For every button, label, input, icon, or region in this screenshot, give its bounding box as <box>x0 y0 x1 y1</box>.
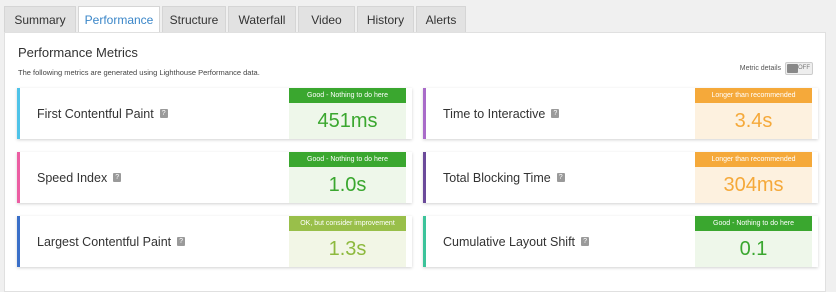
metric-value: 1.0s <box>289 167 406 203</box>
performance-panel: Performance Metrics The following metric… <box>4 32 826 292</box>
status-badge: Good - Nothing to do here <box>695 216 812 231</box>
metric-value: 1.3s <box>289 231 406 267</box>
help-icon[interactable]: ? <box>551 109 560 118</box>
metric-name: Total Blocking Time? <box>443 152 565 203</box>
metric-card-largest-contentful-paint: Largest Contentful Paint? OK, but consid… <box>17 216 412 267</box>
metric-card-speed-index: Speed Index? Good - Nothing to do here 1… <box>17 152 412 203</box>
help-icon[interactable]: ? <box>581 237 590 246</box>
status-badge: Good - Nothing to do here <box>289 152 406 167</box>
metric-name: Cumulative Layout Shift? <box>443 216 590 267</box>
metric-card-time-to-interactive: Time to Interactive? Longer than recomme… <box>423 88 818 139</box>
tab-alerts[interactable]: Alerts <box>416 6 466 32</box>
metric-name-text: Speed Index <box>37 170 108 185</box>
status-badge: Longer than recommended <box>695 88 812 103</box>
metric-score-box: Longer than recommended 304ms <box>695 152 812 203</box>
status-badge: Good - Nothing to do here <box>289 88 406 103</box>
tab-video[interactable]: Video <box>298 6 355 32</box>
metric-card-total-blocking-time: Total Blocking Time? Longer than recomme… <box>423 152 818 203</box>
panel-subtitle: The following metrics are generated usin… <box>18 68 260 77</box>
help-icon[interactable]: ? <box>113 173 122 182</box>
tab-summary[interactable]: Summary <box>4 6 76 32</box>
panel-title: Performance Metrics <box>18 45 138 60</box>
metric-card-cumulative-layout-shift: Cumulative Layout Shift? Good - Nothing … <box>423 216 818 267</box>
metric-score-box: Longer than recommended 3.4s <box>695 88 812 139</box>
metric-value: 451ms <box>289 103 406 139</box>
metric-name-text: Cumulative Layout Shift <box>443 234 576 249</box>
metric-details-control: Metric details OFF <box>740 62 813 75</box>
metric-score-box: Good - Nothing to do here 0.1 <box>695 216 812 267</box>
metric-name-text: Total Blocking Time <box>443 170 551 185</box>
metric-details-label: Metric details <box>739 65 781 72</box>
toggle-knob <box>787 64 798 73</box>
status-badge: OK, but consider improvement <box>289 216 406 231</box>
help-icon[interactable]: ? <box>556 173 565 182</box>
metric-card-first-contentful-paint: First Contentful Paint? Good - Nothing t… <box>17 88 412 139</box>
metric-details-toggle[interactable]: OFF <box>785 62 813 75</box>
tab-bar: Summary Performance Structure Waterfall … <box>4 6 468 33</box>
tab-structure[interactable]: Structure <box>162 6 226 32</box>
metric-name: Time to Interactive? <box>443 88 560 139</box>
metric-score-box: OK, but consider improvement 1.3s <box>289 216 406 267</box>
metric-name-text: Largest Contentful Paint <box>37 234 172 249</box>
tab-performance[interactable]: Performance <box>78 6 160 33</box>
metric-score-box: Good - Nothing to do here 1.0s <box>289 152 406 203</box>
metric-value: 3.4s <box>695 103 812 139</box>
toggle-state-label: OFF <box>798 65 810 71</box>
tab-waterfall[interactable]: Waterfall <box>228 6 296 32</box>
metric-score-box: Good - Nothing to do here 451ms <box>289 88 406 139</box>
metric-name: First Contentful Paint? <box>37 88 168 139</box>
metric-name: Speed Index? <box>37 152 122 203</box>
metric-value: 304ms <box>695 167 812 203</box>
metric-name: Largest Contentful Paint? <box>37 216 186 267</box>
help-icon[interactable]: ? <box>159 109 168 118</box>
status-badge: Longer than recommended <box>695 152 812 167</box>
help-icon[interactable]: ? <box>177 237 186 246</box>
metric-value: 0.1 <box>695 231 812 267</box>
tab-history[interactable]: History <box>357 6 414 32</box>
metric-name-text: First Contentful Paint <box>37 106 154 121</box>
metric-name-text: Time to Interactive <box>443 106 546 121</box>
